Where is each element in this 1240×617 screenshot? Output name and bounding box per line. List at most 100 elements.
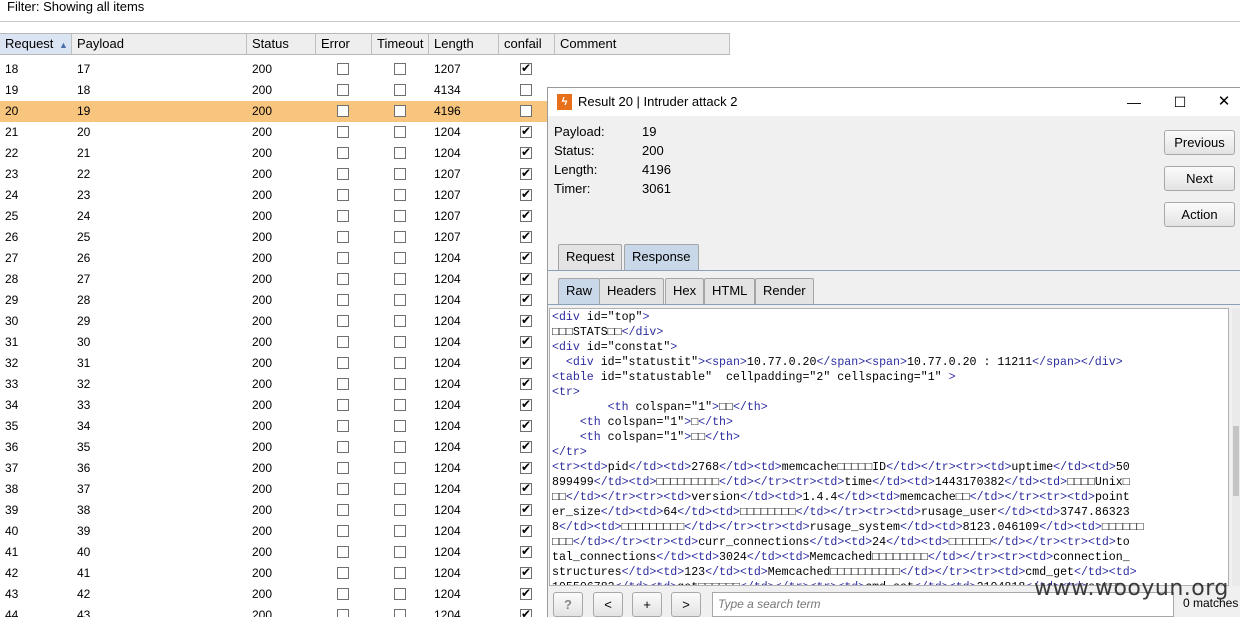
timeout-checkbox[interactable]	[394, 462, 406, 474]
error-checkbox[interactable]	[337, 315, 349, 327]
confail-checkbox[interactable]	[520, 460, 532, 474]
timeout-checkbox[interactable]	[394, 273, 406, 285]
filter-bar[interactable]: Filter: Showing all items	[0, 0, 1240, 22]
confail-checkbox[interactable]	[520, 61, 532, 75]
timeout-checkbox[interactable]	[394, 105, 406, 117]
search-next-button[interactable]: >	[671, 592, 701, 617]
column-header-confail[interactable]: confail	[499, 34, 555, 54]
timeout-checkbox[interactable]	[394, 525, 406, 537]
error-checkbox[interactable]	[337, 294, 349, 306]
timeout-checkbox[interactable]	[394, 420, 406, 432]
confail-checkbox[interactable]	[520, 355, 532, 369]
confail-checkbox[interactable]	[520, 523, 532, 537]
error-checkbox[interactable]	[337, 231, 349, 243]
confail-checkbox[interactable]	[520, 376, 532, 390]
tab-request[interactable]: Request	[558, 244, 623, 270]
timeout-checkbox[interactable]	[394, 63, 406, 75]
confail-checkbox[interactable]	[520, 208, 532, 222]
timeout-checkbox[interactable]	[394, 483, 406, 495]
timeout-checkbox[interactable]	[394, 210, 406, 222]
error-checkbox[interactable]	[337, 378, 349, 390]
confail-checkbox[interactable]	[520, 607, 532, 617]
subtab-hex[interactable]: Hex	[665, 278, 705, 304]
timeout-checkbox[interactable]	[394, 189, 406, 201]
confail-checkbox[interactable]	[520, 271, 532, 285]
timeout-checkbox[interactable]	[394, 357, 406, 369]
confail-checkbox[interactable]	[520, 418, 532, 432]
error-checkbox[interactable]	[337, 63, 349, 75]
column-header-payload[interactable]: Payload	[72, 34, 247, 54]
timeout-checkbox[interactable]	[394, 252, 406, 264]
timeout-checkbox[interactable]	[394, 231, 406, 243]
timeout-checkbox[interactable]	[394, 84, 406, 96]
error-checkbox[interactable]	[337, 567, 349, 579]
confail-checkbox[interactable]	[520, 334, 532, 348]
timeout-checkbox[interactable]	[394, 567, 406, 579]
confail-checkbox[interactable]	[520, 229, 532, 243]
timeout-checkbox[interactable]	[394, 378, 406, 390]
confail-checkbox[interactable]	[520, 502, 532, 516]
maximize-icon[interactable]: ☐	[1157, 88, 1203, 116]
help-button[interactable]: ?	[553, 592, 583, 617]
confail-checkbox[interactable]	[520, 544, 532, 558]
timeout-checkbox[interactable]	[394, 147, 406, 159]
confail-checkbox[interactable]	[520, 187, 532, 201]
scrollbar-thumb[interactable]	[1233, 426, 1239, 496]
timeout-checkbox[interactable]	[394, 588, 406, 600]
subtab-render[interactable]: Render	[755, 278, 814, 304]
confail-checkbox[interactable]	[520, 124, 532, 138]
timeout-checkbox[interactable]	[394, 609, 406, 617]
confail-checkbox[interactable]	[520, 105, 532, 117]
error-checkbox[interactable]	[337, 252, 349, 264]
confail-checkbox[interactable]	[520, 565, 532, 579]
timeout-checkbox[interactable]	[394, 168, 406, 180]
timeout-checkbox[interactable]	[394, 315, 406, 327]
column-header-timeout[interactable]: Timeout	[372, 34, 429, 54]
error-checkbox[interactable]	[337, 399, 349, 411]
column-header-error[interactable]: Error	[316, 34, 372, 54]
subtab-headers[interactable]: Headers	[599, 278, 665, 304]
confail-checkbox[interactable]	[520, 250, 532, 264]
error-checkbox[interactable]	[337, 105, 349, 117]
confail-checkbox[interactable]	[520, 145, 532, 159]
response-raw-editor[interactable]: <div id="top"> □□□STATS□□</div> <div id="c…	[549, 308, 1229, 586]
subtab-raw[interactable]: Raw	[558, 278, 601, 304]
column-header-comment[interactable]: Comment	[555, 34, 730, 54]
confail-checkbox[interactable]	[520, 84, 532, 96]
confail-checkbox[interactable]	[520, 313, 532, 327]
subtab-html[interactable]: HTML	[704, 278, 756, 304]
error-checkbox[interactable]	[337, 609, 349, 617]
confail-checkbox[interactable]	[520, 292, 532, 306]
error-checkbox[interactable]	[337, 189, 349, 201]
error-checkbox[interactable]	[337, 147, 349, 159]
error-checkbox[interactable]	[337, 483, 349, 495]
error-checkbox[interactable]	[337, 84, 349, 96]
error-checkbox[interactable]	[337, 441, 349, 453]
table-row[interactable]: 18 17 200 1207	[0, 59, 730, 80]
timeout-checkbox[interactable]	[394, 336, 406, 348]
error-checkbox[interactable]	[337, 357, 349, 369]
error-checkbox[interactable]	[337, 336, 349, 348]
error-checkbox[interactable]	[337, 462, 349, 474]
error-checkbox[interactable]	[337, 273, 349, 285]
timeout-checkbox[interactable]	[394, 546, 406, 558]
timeout-checkbox[interactable]	[394, 399, 406, 411]
confail-checkbox[interactable]	[520, 586, 532, 600]
editor-scrollbar[interactable]	[1232, 308, 1240, 586]
timeout-checkbox[interactable]	[394, 441, 406, 453]
column-header-request[interactable]: Request ▲	[0, 34, 72, 54]
search-add-button[interactable]: +	[632, 592, 662, 617]
confail-checkbox[interactable]	[520, 439, 532, 453]
action-button[interactable]: Action	[1164, 202, 1235, 227]
error-checkbox[interactable]	[337, 420, 349, 432]
timeout-checkbox[interactable]	[394, 294, 406, 306]
error-checkbox[interactable]	[337, 525, 349, 537]
next-button[interactable]: Next	[1164, 166, 1235, 191]
previous-button[interactable]: Previous	[1164, 130, 1235, 155]
error-checkbox[interactable]	[337, 504, 349, 516]
close-icon[interactable]: ✕	[1201, 88, 1240, 116]
title-bar[interactable]: ϟ Result 20 | Intruder attack 2 — ☐ ✕	[548, 88, 1240, 116]
minimize-icon[interactable]: —	[1111, 88, 1157, 116]
confail-checkbox[interactable]	[520, 166, 532, 180]
error-checkbox[interactable]	[337, 168, 349, 180]
